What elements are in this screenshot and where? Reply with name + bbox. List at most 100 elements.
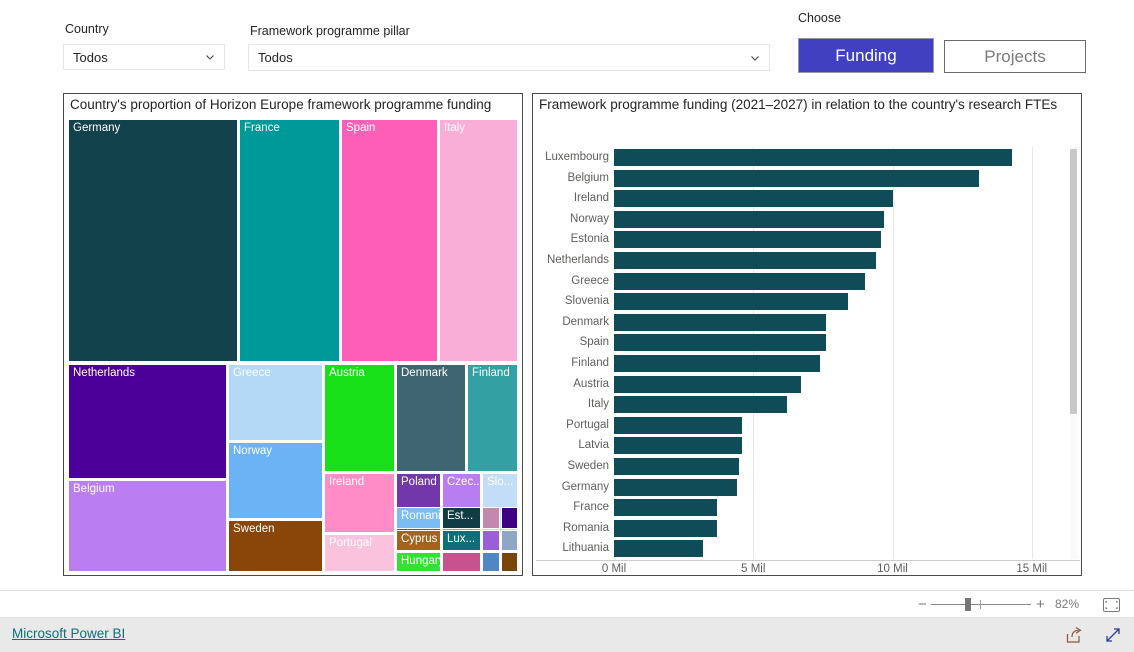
bar-chart-row[interactable]: Estonia [536,229,1080,250]
bar-chart-row[interactable]: Denmark [536,312,1080,333]
bar[interactable] [614,190,893,208]
bar[interactable] [614,519,718,537]
zoom-slider-thumb[interactable] [965,598,971,611]
bar[interactable] [614,478,737,496]
treemap-tile[interactable]: Norway [228,442,323,519]
bar-category-label: Austria [573,377,609,390]
zoom-slider-track[interactable] [931,604,1031,605]
bar[interactable] [614,499,718,517]
bar[interactable] [614,334,826,352]
bar-chart-row[interactable]: Italy [536,394,1080,415]
bar-chart-row[interactable]: Belgium [536,168,1080,189]
treemap-tile-label: Cyprus [401,533,438,545]
bar-category-label: Sweden [567,460,609,472]
bar-chart-row[interactable]: Austria [536,374,1080,395]
bar-category-label: Germany [561,480,609,493]
bar-category-label: Estonia [570,233,609,246]
funding-button[interactable]: Funding [798,38,934,73]
bar-category-label: Ireland [573,192,609,205]
bar[interactable] [614,210,885,228]
country-slicer[interactable]: Todos [63,44,225,70]
treemap-tile[interactable] [482,552,500,572]
bar[interactable] [614,416,743,434]
bar-chart-visual[interactable]: Framework programme funding (2021–2027) … [532,93,1082,576]
share-icon[interactable] [1065,626,1083,644]
bar-chart-row[interactable]: Finland [536,353,1080,374]
treemap-tile[interactable] [501,552,518,572]
bar-chart-row[interactable]: France [536,497,1080,518]
bar-chart-row[interactable]: Ireland [536,188,1080,209]
treemap-tile[interactable]: Romania [396,507,441,529]
bar-category-label: Italy [587,398,609,411]
bar-category-label: Romania [562,521,609,534]
bar-category-label: Latvia [578,439,609,452]
bar-chart-row[interactable]: Lithuania [536,538,1080,559]
treemap-tile[interactable] [482,507,500,529]
chevron-down-icon[interactable] [204,51,216,63]
bar-chart-row[interactable]: Luxembourg [536,147,1080,168]
bar[interactable] [614,458,740,475]
bar[interactable] [614,396,787,414]
zoom-level-label: 82% [1055,597,1080,611]
treemap-tile[interactable]: Belgium [68,480,227,572]
fullscreen-icon[interactable] [1104,626,1122,644]
bar-chart-row[interactable]: Latvia [536,435,1080,456]
treemap-tile[interactable]: Ireland [324,473,395,533]
bar[interactable] [614,293,848,311]
bar[interactable] [614,375,801,393]
treemap-tile[interactable] [482,530,500,551]
treemap-tile[interactable]: Netherlands [68,364,227,479]
bar[interactable] [614,272,865,290]
treemap-tile[interactable]: Austria [324,364,395,472]
bar[interactable] [614,355,821,372]
treemap-tile[interactable]: Hungary [396,552,441,572]
treemap-tile[interactable] [501,507,518,529]
fit-to-page-icon[interactable] [1103,598,1120,612]
pillar-slicer[interactable]: Todos [248,44,770,71]
treemap-tile[interactable]: Italy [439,119,518,362]
bar[interactable] [614,313,826,331]
bar-chart-row[interactable]: Greece [536,271,1080,292]
bar-category-label: France [573,501,609,514]
bar-chart-row[interactable]: Slovenia [536,291,1080,312]
treemap-tile[interactable]: Finland [467,364,518,472]
treemap-visual[interactable]: Country's proportion of Horizon Europe f… [63,93,523,576]
bar[interactable] [614,169,979,187]
treemap-tile[interactable]: Spain [341,119,438,362]
treemap-tile[interactable]: Portugal [324,534,395,572]
treemap-tile-label: Lux... [447,533,476,545]
treemap-tile[interactable] [442,552,481,572]
bar[interactable] [614,437,743,455]
bar-chart-row[interactable]: Norway [536,209,1080,230]
bar[interactable] [614,231,882,249]
bar[interactable] [614,149,1013,166]
country-slicer-value: Todos [73,49,108,65]
treemap-tile[interactable]: Greece [228,364,323,441]
bar-chart-row[interactable]: Portugal [536,415,1080,436]
treemap-plot-area: Germany France Spain Italy Netherlands Greece… [68,119,518,572]
projects-button[interactable]: Projects [944,40,1086,73]
treemap-tile[interactable]: Est... [442,507,481,529]
treemap-tile[interactable]: France [239,119,340,362]
microsoft-power-bi-link[interactable]: Microsoft Power BI [12,626,125,641]
zoom-out-button[interactable]: − [918,596,927,613]
bar[interactable] [614,252,876,269]
bar-chart-row[interactable]: Netherlands [536,250,1080,271]
treemap-tile[interactable]: Denmark [396,364,466,472]
bar-chart-row[interactable]: Spain [536,332,1080,353]
chevron-down-icon[interactable] [749,52,761,64]
bar-category-label: Luxembourg [545,151,609,163]
treemap-tile[interactable]: Cyprus [396,530,441,551]
bar-chart-row[interactable]: Germany [536,477,1080,498]
treemap-tile-label: Finland [472,367,510,379]
treemap-tile[interactable]: Germany [68,119,238,362]
treemap-tile[interactable] [501,530,518,551]
bar[interactable] [614,540,704,558]
zoom-in-button[interactable]: + [1036,596,1045,613]
choose-label: Choose [798,11,842,25]
bar-chart-row[interactable]: Romania [536,518,1080,539]
footer-bar: Microsoft Power BI [0,618,1134,652]
bar-chart-row[interactable]: Sweden [536,456,1080,477]
treemap-tile[interactable]: Lux... [442,530,481,551]
treemap-tile[interactable]: Sweden [228,520,323,572]
